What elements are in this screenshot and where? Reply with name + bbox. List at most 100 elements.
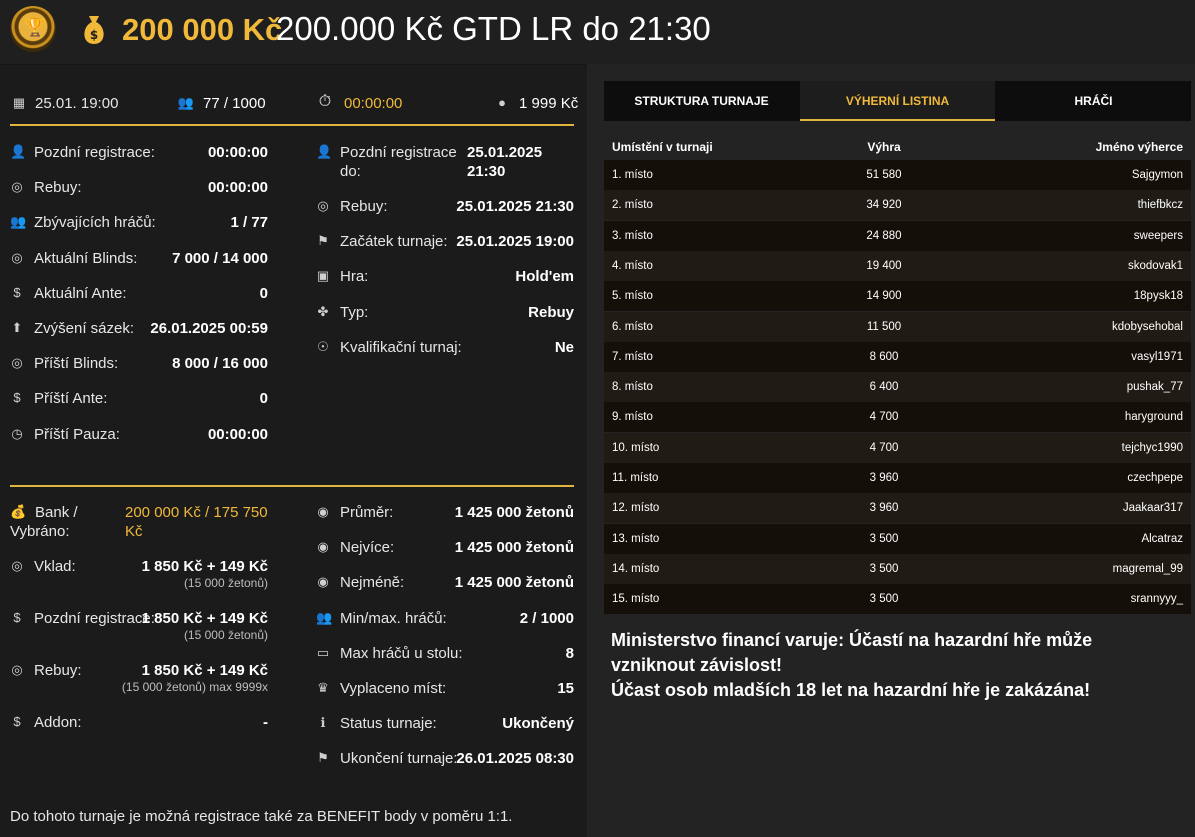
row-value: 1 850 Kč + 149 Kč [141,558,268,575]
user-icon: 👤 [10,144,27,159]
stopwatch-icon: ⏱ [318,93,332,110]
header-winner: Jméno výherce [1095,140,1183,154]
row-value: 8 [565,644,574,662]
row-value: Rebuy [528,303,574,321]
row-label: Typ: [340,303,369,321]
users-icon: 👥 [10,214,27,230]
cell-winner: vasyl1971 [1131,350,1183,363]
row-value: 25.01.2025 19:00 [456,233,574,251]
table-row: 4. místo 19 400 skodovak1 [604,250,1191,281]
cell-winner: 18pysk18 [1133,290,1183,303]
row-label: Příští Ante: [34,390,108,408]
cell-prize: 6 400 [869,381,899,394]
gambling-warning: Ministerstvo financí varuje: Účastí na h… [611,630,1093,700]
row-label: Aktuální Blinds: [34,249,138,267]
coins-icon: ◎ [11,179,23,195]
cell-winner: srannyyy_ [1130,593,1183,606]
cell-winner: pushak_77 [1126,381,1183,394]
cell-place: 6. místo [612,320,653,333]
fee-chips-note: (15 000 žetonů) [183,628,268,642]
flag-icon: ⚑ [317,750,329,766]
header: 🏆 $ 200 000 Kč 200.000 Kč GTD LR do 21:3… [0,0,1195,65]
coins-icon: ◎ [11,662,23,677]
cell-place: 8. místo [612,381,653,394]
tabs-bar: STRUKTURA TURNAJE VÝHERNÍ LISTINA HRÁČI [604,81,1191,121]
table-row: 3. místo 24 880 sweepers [604,220,1191,251]
cell-place: 5. místo [612,290,653,303]
row-value: 0 [259,390,268,408]
chip-icon: ◉ [317,504,329,519]
table-row: 2. místo 34 920 thiefbkcz [604,190,1191,221]
cell-prize: 24 880 [866,229,902,242]
row-label: Aktuální Ante: [34,284,127,302]
cell-prize: 3 960 [869,472,899,484]
row-label: Hra: [340,268,369,286]
row-label: Rebuy: [34,662,82,679]
cell-place: 4. místo [612,259,653,272]
row-label: Vklad: [34,558,76,575]
users-icon: 👥 [316,609,333,625]
cell-prize: 19 400 [866,259,902,272]
coins-icon: ◎ [11,249,23,265]
cell-prize: 14 900 [866,290,902,303]
cards-icon: ▣ [316,268,330,284]
cell-place: 9. místo [612,411,653,424]
header-place: Umístění v turnaji [612,140,713,154]
row-label: Addon: [34,714,82,731]
table-row: 8. místo 6 400 pushak_77 [604,372,1191,403]
row-value: Ukončený [502,715,574,733]
tab-payout-list[interactable]: VÝHERNÍ LISTINA [800,81,995,121]
row-label: Ukončení turnaje: [340,750,458,768]
table-row: 13. místo 3 500 Alcatraz [604,523,1191,554]
table-icon: ▭ [316,644,330,660]
dollar-icon: $ [13,284,21,300]
row-label: Vyplaceno míst: [340,680,447,697]
cell-prize: 34 920 [866,199,902,212]
clock-icon: ◷ [11,425,23,441]
cell-prize: 8 600 [869,350,899,363]
row-label: Zvýšení sázek: [34,320,135,337]
cell-place: 3. místo [612,229,653,242]
cell-winner: tejchyc1990 [1121,441,1183,454]
row-label: Zbývajících hráčů: [34,214,156,232]
row-label: Kvalifikační turnaj: [340,338,462,356]
cell-winner: Sajgymon [1131,169,1183,181]
calendar-icon: ▦ [12,95,26,110]
trophy-logo-icon: 🏆 [10,6,56,52]
table-row: 11. místo 3 960 czechpepe [604,463,1191,493]
row-value: 7 000 / 14 000 [172,249,268,267]
arrow-up-icon: ⬆ [11,320,23,335]
cell-place: 2. místo [612,199,653,212]
row-label: Rebuy: [34,179,82,197]
flag-icon: ⚑ [317,233,329,249]
cell-prize: 3 500 [869,593,899,606]
table-row: 12. místo 3 960 Jaakaar317 [604,493,1191,524]
row-label: Průměr: [340,504,394,521]
table-row: 14. místo 3 500 magremal_99 [604,553,1191,584]
cell-winner: Alcatraz [1141,532,1183,545]
cell-place: 13. místo [612,532,660,545]
cell-winner: haryground [1124,411,1183,424]
row-label: Pozdní registrace: [34,144,155,161]
table-header: Umístění v turnaji Výhra Jméno výherce [604,131,1191,161]
row-label: Pozdní registrace: [34,610,155,627]
cell-prize: 4 700 [869,411,899,424]
table-row: 7. místo 8 600 vasyl1971 [604,341,1191,372]
prize-amount: 200 000 Kč [122,12,283,47]
row-value: - [263,714,268,731]
cell-winner: magremal_99 [1112,562,1183,575]
row-label: Začátek turnaje: [340,233,448,251]
row-value: 25.01.2025 21:30 [456,198,574,215]
tab-structure[interactable]: STRUKTURA TURNAJE [604,81,799,121]
table-row: 1. místo 51 580 Sajgymon [604,160,1191,190]
row-value: 00:00:00 [207,179,268,197]
user-icon: 👤 [316,144,333,159]
coins-icon: ◎ [11,355,23,371]
row-label: Status turnaje: [340,715,437,733]
row-value: 0 [259,284,268,302]
cell-place: 11. místo [612,472,659,484]
cell-place: 1. místo [612,169,653,181]
row-value: 1 425 000 žetonů [454,504,574,521]
tab-players[interactable]: HRÁČI [996,81,1191,121]
table-row: 10. místo 4 700 tejchyc1990 [604,432,1191,463]
